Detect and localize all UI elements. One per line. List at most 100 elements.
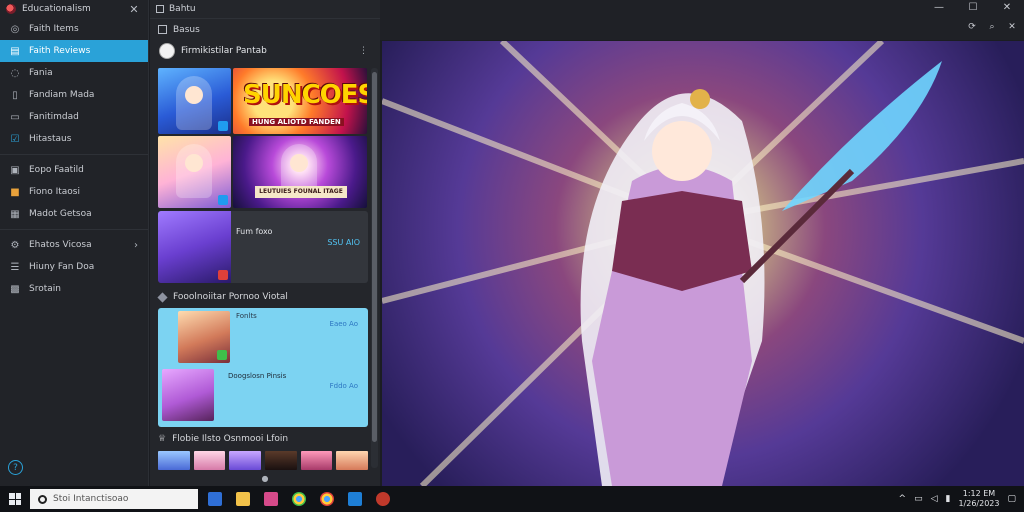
featured-banner[interactable]: SUNCOES HUNG ALIOTD FANDEN (233, 68, 367, 134)
search-placeholder: Stoi Intanctisoao (53, 494, 129, 504)
maximize-icon[interactable]: ☐ (956, 0, 990, 18)
network-icon[interactable]: ▭ (914, 494, 923, 504)
thumbnail[interactable] (300, 451, 333, 470)
minimize-icon[interactable]: — (922, 0, 956, 18)
banner-title: SUNCOES (243, 80, 367, 110)
character-thumbnail (178, 311, 230, 363)
scroll-indicator-icon: ● (261, 474, 269, 483)
thumbnail[interactable] (265, 451, 297, 470)
app-title: Educationalism (22, 4, 91, 14)
thumbnail[interactable] (336, 451, 369, 470)
gear-icon: ⚙ (10, 239, 20, 251)
gem-icon (157, 291, 168, 303)
sidebar-item-fanitimdad[interactable]: ▭ Fanitimdad (0, 106, 148, 128)
sidebar-item-hiuny-fan-doa[interactable]: ☰ Hiuny Fan Doa (0, 256, 148, 278)
search-icon[interactable]: ⌕ (986, 22, 998, 32)
notification-icon[interactable]: ▢ (1007, 494, 1016, 504)
store-badge-icon (218, 121, 228, 131)
circle-icon: ◎ (10, 23, 20, 35)
thumbnail[interactable] (193, 451, 226, 470)
promo-card[interactable]: Fum foxo SSU AIO (158, 211, 368, 283)
list-item[interactable]: Doogslosn Pinsis Fddo Ao (158, 366, 368, 422)
item-value: Fddo Ao (329, 382, 358, 390)
featured-tile[interactable] (158, 68, 231, 134)
list-item[interactable]: Fonlts Eaeo Ao (158, 308, 368, 364)
item-value: Eaeo Ao (329, 320, 358, 328)
sidebar-item-eopo-faatild[interactable]: ▣ Eopo Faatild (0, 159, 148, 181)
taskbar-search[interactable]: Stoi Intanctisoao (30, 489, 198, 509)
scrollbar-thumb[interactable] (372, 72, 377, 442)
banner-subtitle: LEUTUIES FOUNAL ITAGE (255, 186, 347, 198)
section-title: Fooolnoiitar Pornoo Viotal (173, 292, 288, 302)
start-button[interactable] (0, 493, 30, 505)
item-label: Doogslosn Pinsis (228, 372, 287, 380)
divider (0, 229, 148, 230)
window-icon (156, 5, 164, 13)
close-icon[interactable]: ✕ (1006, 22, 1018, 32)
more-options-icon[interactable]: ⋮ (359, 46, 368, 56)
sidebar-item-faith-items[interactable]: ◎ Faith Items (0, 18, 148, 40)
avatar (159, 43, 175, 59)
viewer-tools: ⟳ ⌕ ✕ (966, 22, 1018, 32)
close-icon[interactable]: ✕ (990, 0, 1024, 18)
window-controls: — ☐ ✕ (922, 0, 1024, 18)
check-icon: ☑ (10, 133, 20, 145)
help-icon[interactable]: ? (8, 460, 23, 475)
doc-icon: ▯ (12, 89, 18, 101)
sidebar-item-madot-getsoa[interactable]: ▦ Madot Getsoa (0, 203, 148, 225)
store-badge-icon (218, 270, 228, 280)
image-icon: ▣ (10, 164, 20, 176)
sidebar-item-hitastaus[interactable]: ☑ Hitastaus (0, 128, 148, 150)
chat-icon: ◌ (10, 67, 20, 79)
clock-date: 1/26/2023 (958, 499, 1000, 508)
list-card: Fonlts Eaeo Ao Doogslosn Pinsis Fddo Ao (158, 308, 368, 427)
volume-icon[interactable]: ◁ (931, 494, 938, 504)
task-view-icon[interactable] (208, 492, 222, 506)
app-logo-icon (6, 4, 16, 14)
scrollbar[interactable] (371, 68, 378, 468)
featured-title: Firmikistilar Pantab (181, 46, 267, 56)
store-icon[interactable] (264, 492, 278, 506)
sidebar-item-srotain[interactable]: ▩ Srotain (0, 278, 148, 300)
banner-subtitle: HUNG ALIOTD FANDEN (249, 118, 344, 126)
clock[interactable]: 1:12 EM 1/26/2023 (958, 489, 999, 509)
browser-icon[interactable] (320, 492, 334, 506)
panel-footer: ● (150, 471, 380, 486)
panel-titlebar: Bahtu (150, 0, 380, 18)
search-icon (38, 494, 47, 504)
app-icon: ■ (10, 186, 20, 198)
section-title: Flobie Ilsto Osnmooi Lfoin (172, 434, 289, 444)
close-icon[interactable]: ✕ (126, 3, 142, 16)
character-thumbnail (176, 144, 212, 198)
app-running-icon[interactable] (376, 492, 390, 506)
app-header: Educationalism ✕ (0, 0, 148, 18)
featured-tile[interactable] (158, 136, 231, 208)
featured-header: Firmikistilar Pantab ⋮ (150, 40, 380, 62)
refresh-icon[interactable]: ⟳ (966, 22, 978, 32)
sidebar-item-ehatos-vicosa[interactable]: ⚙ Ehatos Vicosa › (0, 234, 148, 256)
sidebar-item-fandiam-mada[interactable]: ▯ Fandiam Mada (0, 84, 148, 106)
mail-icon[interactable] (348, 492, 362, 506)
store-badge-icon (217, 350, 227, 360)
sidebar-item-label: Faith Items (29, 24, 79, 34)
sidebar-item-fania[interactable]: ◌ Fania (0, 62, 148, 84)
featured-banner[interactable]: LEUTUIES FOUNAL ITAGE (233, 136, 367, 208)
thumbnail[interactable] (229, 451, 262, 470)
artwork-illustration (382, 41, 1024, 486)
sidebar-item-label: Faith Reviews (29, 46, 91, 56)
battery-icon[interactable]: ▮ (946, 494, 951, 504)
sidebar-item-label: Eopo Faatild (29, 165, 84, 175)
sidebar-item-fiono-itaosi[interactable]: ■ Fiono Itaosi (0, 181, 148, 203)
thumbnail-strip (158, 451, 369, 470)
viewer-title: Bahtu (169, 4, 196, 14)
sidebar-item-label: Fandiam Mada (29, 90, 95, 100)
sidebar-item-faith-reviews[interactable]: ▤ Faith Reviews (0, 40, 148, 62)
chevron-right-icon: › (134, 239, 138, 251)
chrome-icon[interactable] (292, 492, 306, 506)
grid-icon[interactable] (158, 25, 167, 34)
grid-icon: ▩ (10, 283, 20, 295)
chevron-up-icon[interactable]: ^ (899, 494, 907, 504)
pinned-apps (208, 492, 390, 506)
file-explorer-icon[interactable] (236, 492, 250, 506)
thumbnail[interactable] (158, 451, 190, 470)
